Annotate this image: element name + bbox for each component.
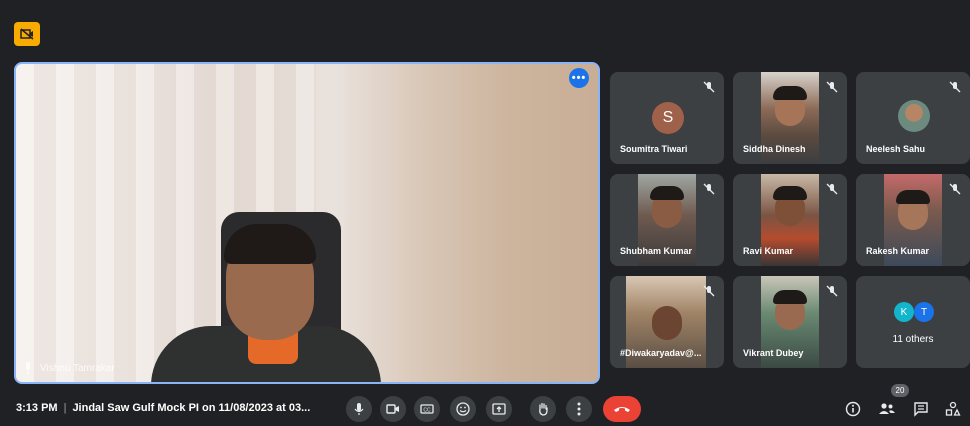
participant-tile[interactable]: Shubham Kumar: [610, 174, 724, 266]
more-options-button[interactable]: [566, 396, 592, 422]
participant-tile[interactable]: Rakesh Kumar: [856, 174, 970, 266]
activities-button[interactable]: [944, 400, 962, 418]
participant-tile[interactable]: #Diwakaryadav@...: [610, 276, 724, 368]
present-screen-icon: [492, 403, 506, 415]
avatar: S: [652, 102, 684, 134]
meeting-info: 3:13 PM | Jindal Saw Gulf Mock PI on 11/08…: [16, 402, 310, 414]
svg-text:CC: CC: [423, 408, 431, 414]
reactions-button[interactable]: [450, 396, 476, 422]
mic-off-icon: [825, 182, 839, 196]
participant-tile[interactable]: S Soumitra Tiwari: [610, 72, 724, 164]
participant-name: Shubham Kumar: [620, 246, 693, 256]
participant-name: #Diwakaryadav@...: [620, 348, 702, 358]
participant-tile[interactable]: Ravi Kumar: [733, 174, 847, 266]
bottom-control-bar: 3:13 PM | Jindal Saw Gulf Mock PI on 11/08…: [0, 384, 970, 426]
others-count-label: 11 others: [892, 334, 934, 345]
raise-hand-button[interactable]: [530, 396, 556, 422]
participant-name: Siddha Dinesh: [743, 144, 806, 154]
mic-off-icon: [825, 80, 839, 94]
avatar: [898, 100, 930, 132]
videocam-icon: [386, 404, 399, 414]
speaker-hair: [224, 224, 316, 264]
closed-captions-icon: CC: [420, 404, 434, 414]
mic-icon: [26, 362, 30, 374]
main-video-tile[interactable]: [14, 62, 600, 384]
camera-off-badge: [14, 22, 40, 46]
mic-off-icon: [702, 182, 716, 196]
more-options-button[interactable]: •••: [569, 68, 589, 88]
participant-name: Soumitra Tiwari: [620, 144, 688, 154]
activities-icon: [945, 401, 961, 416]
leave-call-button[interactable]: [603, 396, 641, 422]
more-vert-icon: [577, 402, 581, 416]
present-button[interactable]: [486, 396, 512, 422]
separator: |: [63, 402, 67, 414]
chat-button[interactable]: [912, 400, 930, 418]
participant-name: Vikrant Dubey: [743, 348, 804, 358]
main-participant-label: Vishnu Tamrakar: [24, 362, 115, 374]
people-button[interactable]: [878, 400, 896, 418]
others-tile[interactable]: K T 11 others: [856, 276, 970, 368]
avatar: K: [894, 302, 914, 322]
participant-tile[interactable]: Neelesh Sahu: [856, 72, 970, 164]
mic-off-icon: [702, 80, 716, 94]
mic-off-icon: [948, 182, 962, 196]
call-end-icon: [614, 407, 630, 412]
people-icon: [879, 403, 895, 414]
emoji-icon: [456, 402, 470, 416]
main-participant-name: Vishnu Tamrakar: [40, 362, 115, 374]
info-icon: [845, 401, 861, 417]
meeting-title: Jindal Saw Gulf Mock PI on 11/08/2023 at…: [72, 402, 311, 414]
participant-tile[interactable]: Vikrant Dubey: [733, 276, 847, 368]
participant-name: Ravi Kumar: [743, 246, 794, 256]
video-off-icon: [20, 28, 34, 40]
participant-name: Rakesh Kumar: [866, 246, 930, 256]
captions-button[interactable]: CC: [414, 396, 440, 422]
mic-off-icon: [948, 80, 962, 94]
chat-icon: [914, 402, 928, 417]
avatar: T: [914, 302, 934, 322]
current-time: 3:13 PM: [16, 402, 58, 414]
mic-off-icon: [825, 284, 839, 298]
mic-icon: [354, 403, 364, 415]
participant-name: Neelesh Sahu: [866, 144, 926, 154]
mic-off-icon: [702, 284, 716, 298]
camera-button[interactable]: [380, 396, 406, 422]
hand-icon: [539, 402, 548, 416]
people-count-badge: 20: [891, 384, 909, 397]
microphone-button[interactable]: [346, 396, 372, 422]
participant-tile[interactable]: Siddha Dinesh: [733, 72, 847, 164]
meeting-details-button[interactable]: [844, 400, 862, 418]
